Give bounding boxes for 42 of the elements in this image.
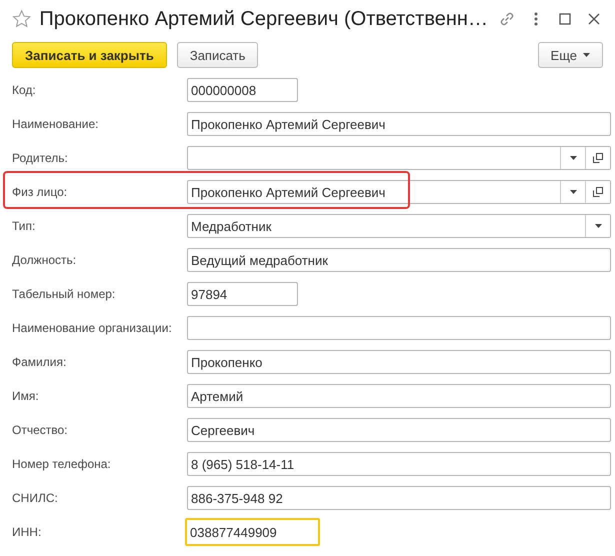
input-field[interactable]: Медработник	[187, 214, 611, 238]
input-field[interactable]: Прокопенко	[187, 350, 611, 374]
field-label: Номер телефона:	[12, 457, 112, 471]
field-label: Табельный номер:	[12, 287, 116, 301]
caret-icon	[570, 156, 576, 160]
caret-icon	[594, 224, 602, 228]
field-label: Код:	[12, 83, 37, 97]
input-field[interactable]	[187, 146, 611, 170]
open-button[interactable]	[585, 181, 610, 203]
save-button[interactable]: Записать	[176, 42, 258, 68]
input-field[interactable]: Прокопенко Артемий Сергеевич	[187, 180, 611, 204]
input-field[interactable]: 000000008	[187, 78, 298, 102]
caret-icon	[583, 53, 590, 57]
input-field[interactable]: 038877449909	[185, 518, 320, 546]
input-field[interactable]: Прокопенко Артемий Сергеевич	[187, 112, 611, 136]
input-field[interactable]: Ведущий медработник	[187, 248, 611, 272]
star-icon[interactable]	[12, 9, 32, 29]
field-label: Тип:	[12, 219, 36, 233]
field-label: Отчество:	[12, 423, 68, 437]
open-icon	[593, 153, 603, 163]
input-field[interactable]: Сергеевич	[187, 418, 611, 442]
input-field[interactable]: 8 (965) 518-14-11	[187, 452, 611, 476]
field-label: Имя:	[12, 389, 40, 403]
input-field[interactable]	[187, 316, 611, 340]
field-label: Физ лицо:	[12, 185, 68, 199]
window-title: Прокопенко Артемий Сергеевич (Ответственн…	[39, 8, 488, 30]
field-label: СНИЛС:	[12, 491, 59, 505]
field-label: Фамилия:	[12, 355, 68, 369]
field-label: ИНН:	[12, 525, 42, 539]
dropdown-button[interactable]	[585, 215, 610, 237]
open-button[interactable]	[585, 147, 610, 169]
save-close-button[interactable]: Записать и закрыть	[12, 42, 167, 68]
input-field[interactable]: 97894	[187, 282, 298, 306]
input-field[interactable]: 886-375-948 92	[187, 486, 611, 510]
open-icon	[593, 187, 603, 197]
field-label: Наименование организации:	[12, 321, 173, 335]
field-label: Должность:	[12, 253, 78, 267]
field-label: Наименование:	[12, 117, 100, 131]
caret-icon	[570, 190, 576, 194]
input-field[interactable]: Артемий	[187, 384, 611, 408]
more-button[interactable]: Еще	[538, 42, 603, 68]
field-label: Родитель:	[12, 151, 69, 165]
